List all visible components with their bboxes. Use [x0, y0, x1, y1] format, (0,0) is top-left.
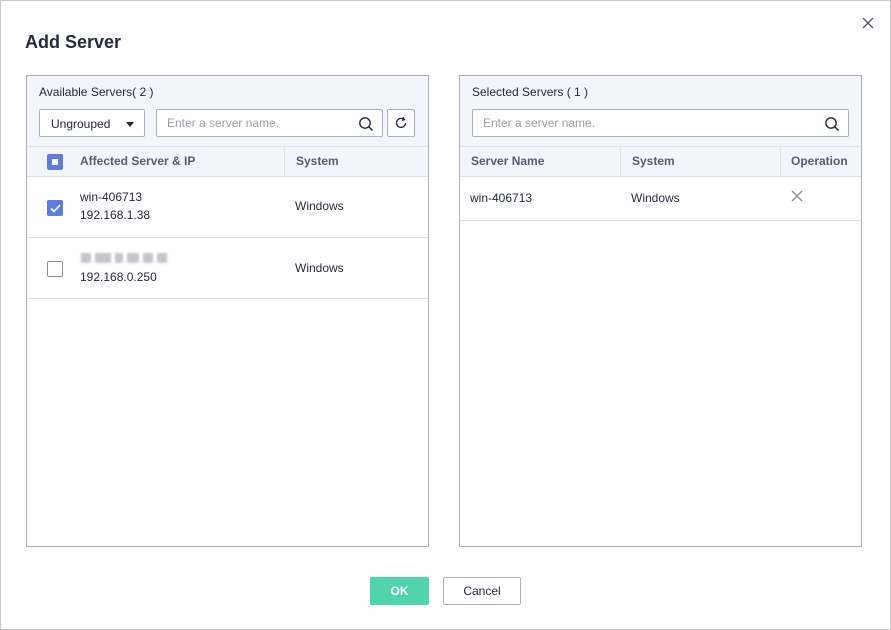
redacted-server-name — [81, 253, 169, 263]
cancel-button[interactable]: Cancel — [443, 577, 521, 605]
column-divider — [284, 147, 285, 176]
table-row[interactable]: 192.168.0.250 Windows — [27, 238, 428, 299]
table-row: win-406713 Windows — [460, 177, 861, 221]
server-name: win-406713 — [470, 191, 533, 205]
close-icon[interactable] — [858, 13, 878, 33]
server-ip: 192.168.0.250 — [80, 270, 157, 284]
search-icon[interactable] — [824, 116, 840, 132]
available-table-header: Affected Server & IP System — [27, 147, 428, 177]
available-search-box — [156, 109, 383, 137]
row-checkbox[interactable] — [47, 261, 63, 277]
column-header-server: Affected Server & IP — [80, 154, 196, 168]
column-divider — [780, 147, 781, 176]
selected-servers-title: Selected Servers ( 1 ) — [472, 85, 589, 99]
chevron-down-icon — [126, 122, 134, 127]
select-all-checkbox[interactable] — [47, 154, 63, 170]
column-header-operation: Operation — [791, 154, 848, 168]
server-system: Windows — [295, 261, 344, 275]
available-servers-panel: Available Servers( 2 ) Ungrouped Affecte… — [26, 75, 429, 547]
table-row[interactable]: win-406713 192.168.1.38 Windows — [27, 177, 428, 238]
search-icon[interactable] — [358, 116, 374, 132]
server-ip: 192.168.1.38 — [80, 208, 151, 222]
column-header-server-name: Server Name — [471, 154, 545, 168]
remove-icon[interactable] — [791, 190, 803, 202]
selected-search-box — [472, 109, 849, 137]
available-panel-header: Available Servers( 2 ) Ungrouped — [27, 76, 428, 147]
group-select[interactable]: Ungrouped — [39, 109, 145, 137]
selected-table-header: Server Name System Operation — [460, 147, 861, 177]
group-select-value: Ungrouped — [51, 117, 111, 131]
column-divider — [620, 147, 621, 176]
selected-servers-panel: Selected Servers ( 1 ) Server Name Syste… — [459, 75, 862, 547]
row-checkbox[interactable] — [47, 200, 63, 216]
refresh-icon — [395, 116, 407, 129]
server-system: Windows — [295, 199, 344, 213]
refresh-button[interactable] — [387, 109, 415, 137]
column-header-system: System — [296, 154, 339, 168]
checkmark-icon — [50, 204, 61, 213]
add-server-dialog: Add Server Available Servers( 2 ) Ungrou… — [0, 0, 891, 630]
dialog-title: Add Server — [25, 32, 122, 52]
server-system: Windows — [631, 191, 680, 205]
column-header-system: System — [632, 154, 675, 168]
selected-search-input[interactable] — [473, 110, 848, 136]
selected-panel-header: Selected Servers ( 1 ) — [460, 76, 861, 147]
available-servers-title: Available Servers( 2 ) — [39, 85, 154, 99]
available-search-input[interactable] — [157, 110, 382, 136]
ok-button[interactable]: OK — [370, 577, 429, 605]
server-name: win-406713 — [80, 190, 143, 204]
